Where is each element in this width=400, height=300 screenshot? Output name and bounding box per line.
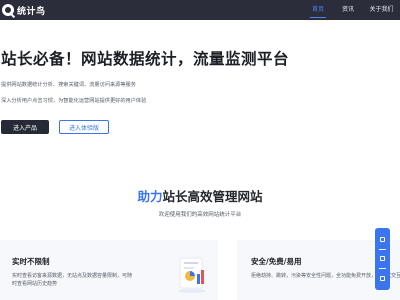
hero-description-line-1: 提供网站数据统计分析、搜索关键词、流量访问来源等服务 [1, 82, 136, 88]
nav-item-home[interactable]: 首页 [303, 0, 333, 20]
nav-item-about[interactable]: 关于我们 [363, 0, 400, 20]
section-title-rest: 站长高效管理网站 [162, 189, 263, 204]
back-to-top-icon [380, 275, 385, 281]
message-icon [380, 256, 385, 262]
feature-card-realtime: 实时不限制 实时查看访客来源数据，无站点及数据容量限制，可随时查看网站历史趋势 [0, 240, 218, 300]
divider-icon [379, 268, 386, 270]
section-title: 助力站长高效管理网站 [0, 186, 400, 205]
feature-card-description: 实时查看访客来源数据，无站点及数据容量限制，可随时查看网站历史趋势 [12, 273, 133, 287]
top-navigation-bar: 统计鸟 首页 资讯 关于我们 [0, 0, 400, 20]
hero-section: 站长必备！网站数据统计，流量监测平台 提供网站数据统计分析、搜索关键词、流量访问… [0, 20, 400, 158]
brand-name: 统计鸟 [17, 6, 46, 17]
hero-description-line-2: 深入分析用户点击习惯，为智能化运营网站提供更好的用户体验 [1, 98, 147, 104]
logo-icon [2, 4, 16, 19]
analytics-illustration-icon [178, 257, 206, 293]
enter-product-button[interactable]: 进入产品 [1, 120, 49, 134]
nav-item-news[interactable]: 资讯 [334, 0, 362, 20]
brand-logo[interactable]: 统计鸟 [2, 3, 46, 19]
hero-title: 站长必备！网站数据统计，流量监测平台 [1, 50, 290, 68]
floating-contact-widget[interactable] [375, 228, 390, 290]
section-subtitle: 欢迎使用我们的高效网站统计平台 [158, 212, 242, 218]
contact-icon [380, 237, 385, 243]
enter-trial-button[interactable]: 进入体验版 [59, 120, 109, 134]
divider-icon [379, 248, 386, 250]
feature-card-title: 安全/免费/易用 [251, 257, 302, 266]
section-title-accent: 助力 [137, 189, 163, 204]
feature-card-title: 实时不限制 [12, 257, 50, 266]
